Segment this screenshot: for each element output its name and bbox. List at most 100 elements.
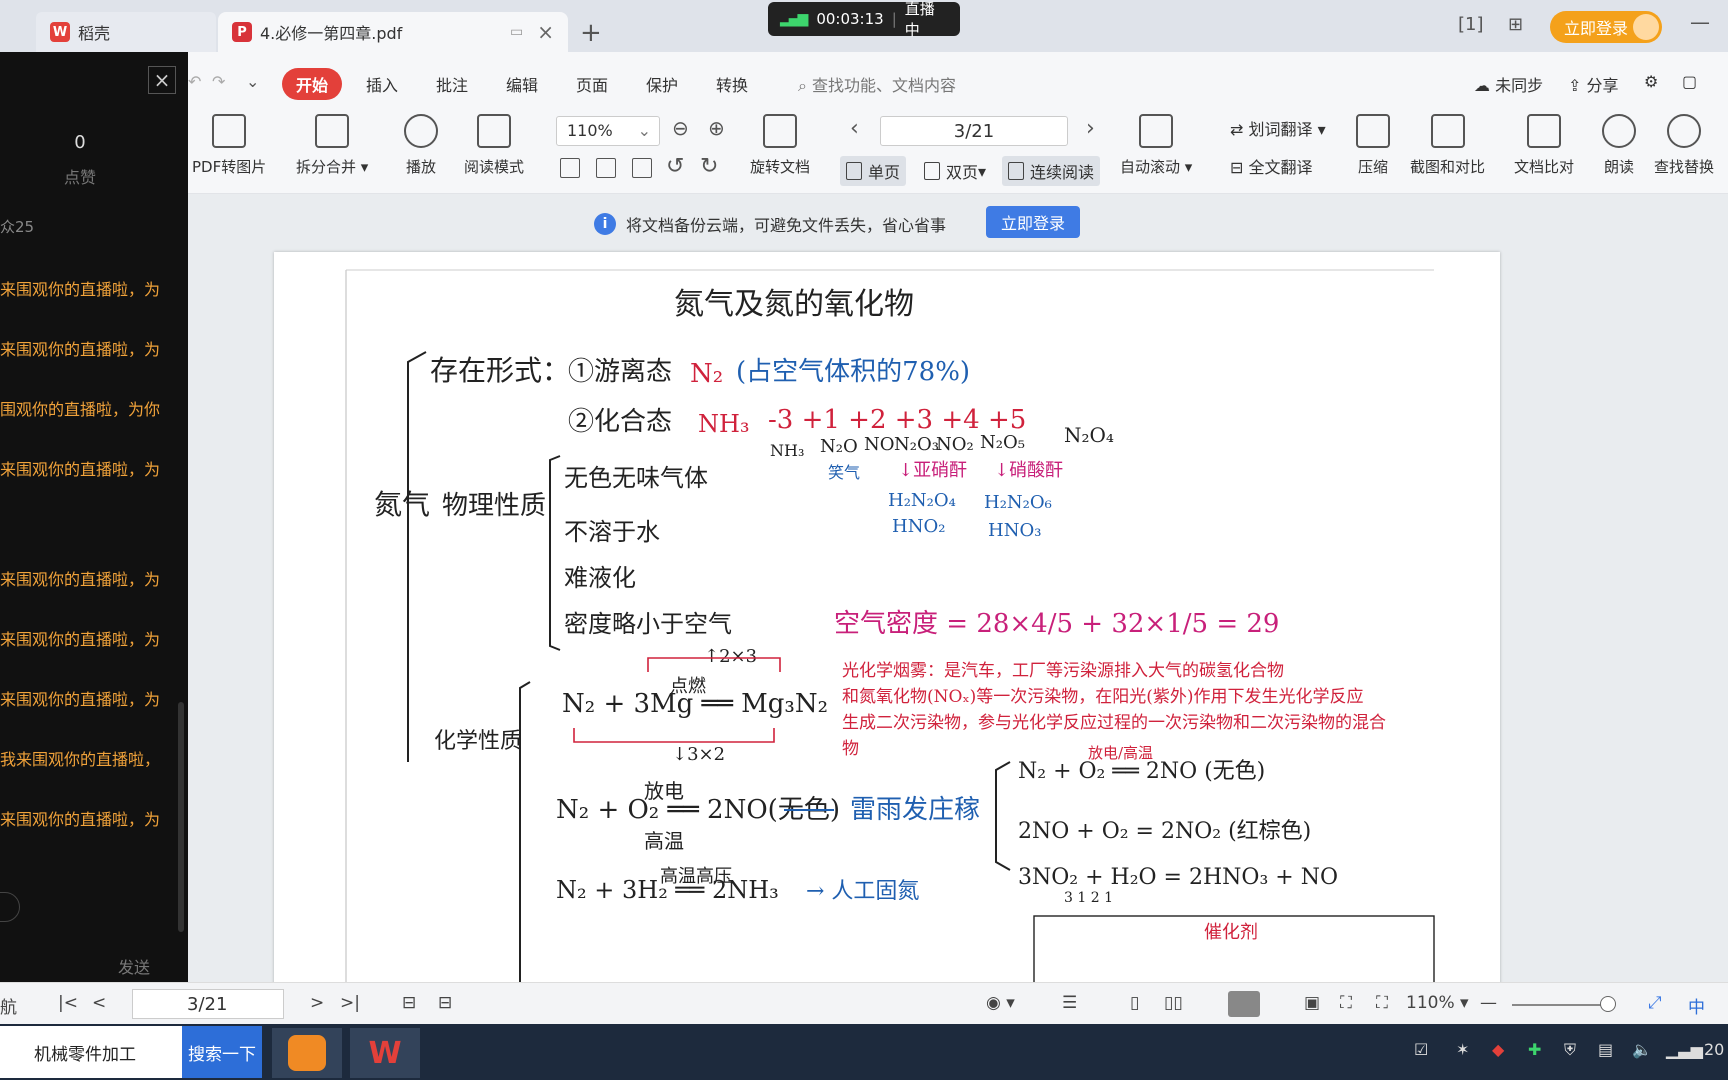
divider: | [891, 10, 897, 28]
page-input[interactable]: 3/21 [880, 116, 1068, 146]
menu-page[interactable]: 页面 [576, 72, 608, 96]
zoom-select[interactable]: 110% ⌄ [556, 116, 660, 146]
close-tab-icon[interactable]: × [537, 20, 554, 44]
chat-scrollbar[interactable] [178, 702, 184, 932]
tab-pdf[interactable]: P 4.必修一第四章.pdf ▭ × [218, 12, 568, 52]
wps-app-icon[interactable]: W [350, 1028, 420, 1078]
continuous-mode-icon[interactable]: ☰ [1062, 993, 1077, 1013]
live-chat-panel: × 0 点赞 众25 来围观你的直播啦，为 来围观你的直播啦，为 围观你的直播啦… [0, 52, 188, 1012]
first-page-icon[interactable]: |< [58, 993, 78, 1013]
fit-page-icon[interactable] [596, 158, 616, 178]
eye-icon[interactable]: ◉ ▾ [986, 993, 1015, 1013]
fullscreen-icon[interactable]: ⤢ [1648, 993, 1662, 1013]
menu-annotate[interactable]: 批注 [436, 72, 468, 96]
function-search[interactable]: ⌕ 查找功能、文档内容 [798, 72, 956, 96]
fit-page-icon[interactable]: ⛶ [1340, 993, 1352, 1013]
volume-icon[interactable]: 🔈 [1632, 1040, 1652, 1059]
ime-indicator[interactable]: 中 [1688, 993, 1705, 1018]
zoom-slider[interactable] [1512, 1004, 1614, 1006]
zoom-in-icon[interactable]: ⊕ [708, 116, 725, 140]
notice-text: i 将文档备份云端，可避免文件丢失，省心省事 [594, 212, 946, 236]
menu-convert[interactable]: 转换 [716, 72, 748, 96]
status-page-input[interactable]: 3/21 [132, 989, 284, 1019]
full-translate-button[interactable]: ⊟ 全文翻译 [1230, 154, 1313, 178]
next-page-icon[interactable]: > [310, 993, 324, 1013]
menu-insert[interactable]: 插入 [366, 72, 398, 96]
tray-app-icon[interactable]: ◆ [1492, 1040, 1504, 1059]
menu-start[interactable]: 开始 [282, 68, 343, 100]
notice-login-button[interactable]: 立即登录 [986, 206, 1080, 238]
tray-bluetooth-icon[interactable]: ✶ [1456, 1040, 1469, 1059]
dropdown-icon[interactable]: ⌄ [246, 72, 259, 91]
grid-apps-icon[interactable]: ⊞ [1508, 14, 1523, 35]
tray-checkbox-icon[interactable]: ☑ [1414, 1040, 1428, 1059]
network-icon[interactable]: ▁▃▅ [1666, 1040, 1703, 1059]
next-page-icon[interactable]: › [1086, 116, 1095, 141]
compress-button[interactable]: 压缩 [1356, 114, 1390, 177]
chat-input[interactable] [0, 892, 20, 922]
rotate-right-icon[interactable]: ↻ [700, 154, 718, 179]
single-page-button[interactable]: 单页 [840, 156, 907, 186]
monitor-icon[interactable]: ▭ [510, 24, 523, 40]
minimize-icon[interactable]: — [1690, 10, 1710, 34]
forward-icon[interactable]: ⊟ [438, 993, 452, 1013]
menu-edit[interactable]: 编辑 [506, 72, 538, 96]
tray-clipboard-icon[interactable]: ▤ [1598, 1040, 1613, 1059]
physical-label: 物理性质 [442, 491, 546, 521]
fit-width-icon[interactable] [632, 158, 652, 178]
read-aloud-button[interactable]: 朗读 [1602, 114, 1636, 177]
undo-icon[interactable]: ↶ [188, 72, 201, 91]
share-button[interactable]: ⇪ 分享 [1568, 72, 1619, 96]
login-button[interactable]: 立即登录 [1550, 11, 1662, 43]
double-page-button[interactable]: 双页 ▾ [918, 156, 992, 186]
tab-daoke[interactable]: W 稻壳 [36, 12, 216, 52]
rotate-left-icon[interactable]: ↺ [666, 154, 684, 179]
continuous-read-button[interactable]: 连续阅读 [1002, 156, 1101, 186]
pdf-page: 氮气及氮的氧化物 氮气 存在形式： ①游离态 N₂ (占空气体积的78%) ②化… [274, 252, 1500, 982]
word-translate-button[interactable]: ⇄ 划词翻译 ▾ [1230, 116, 1326, 140]
taskbar-search-button[interactable]: 搜索一下 [182, 1026, 262, 1078]
single-page-icon[interactable]: ▯ [1130, 993, 1139, 1013]
read-mode-button[interactable]: 阅读模式 [464, 114, 524, 177]
actual-size-icon[interactable] [560, 158, 580, 178]
auto-scroll-button[interactable]: 自动滚动 ▾ [1120, 114, 1192, 177]
new-tab-button[interactable]: + [580, 18, 602, 48]
live-app-icon[interactable] [272, 1028, 342, 1078]
play-button[interactable]: 播放 [404, 114, 438, 177]
tray-plus-icon[interactable]: ✚ [1528, 1040, 1541, 1059]
tray-shield-icon[interactable]: ⛨ [1564, 1040, 1576, 1060]
page-mode-icon[interactable]: [1] [1458, 14, 1484, 35]
fit-width-icon[interactable]: ⛶ [1376, 993, 1388, 1013]
pdf-to-image-button[interactable]: PDF转图片 [192, 114, 266, 177]
redo-icon[interactable]: ↷ [212, 72, 225, 91]
doc-compare-button[interactable]: 文档比对 [1514, 114, 1574, 177]
prev-page-icon[interactable]: < [92, 993, 106, 1013]
actual-size-icon[interactable]: ▣ [1304, 993, 1320, 1013]
zoom-slider-handle[interactable] [1600, 996, 1616, 1012]
wps-logo-icon: W [368, 1035, 402, 1071]
settings-icon[interactable]: ⚙ [1644, 72, 1658, 91]
free-formula: N₂ [690, 359, 723, 389]
comment-icon[interactable]: ▢ [1682, 72, 1697, 91]
screenshot-compare-button[interactable]: 截图和对比 [1410, 114, 1485, 177]
prev-page-icon[interactable]: ‹ [850, 116, 859, 141]
zoom-out-icon[interactable]: — [1480, 993, 1497, 1013]
double-page-icon[interactable]: ▯▯ [1164, 993, 1183, 1013]
last-page-icon[interactable]: >| [340, 993, 360, 1013]
split-merge-button[interactable]: 拆分合并 ▾ [296, 114, 368, 177]
rotate-document-button[interactable]: 旋转文档 [750, 114, 810, 177]
menu-protect[interactable]: 保护 [646, 72, 678, 96]
close-icon[interactable]: × [148, 66, 176, 94]
taskbar-search-input[interactable]: 机械零件加工 [0, 1026, 182, 1078]
back-icon[interactable]: ⊟ [402, 993, 416, 1013]
zoom-out-icon[interactable]: ⊖ [672, 116, 689, 140]
physical-prop-4: 密度略小于空气 [564, 610, 732, 638]
find-replace-button[interactable]: 查找替换 [1654, 114, 1714, 177]
play-icon[interactable] [1228, 991, 1260, 1017]
doc-title: 氮气及氮的氧化物 [674, 287, 914, 322]
sync-status[interactable]: ☁ 未同步 [1474, 72, 1543, 96]
document-canvas[interactable]: 氮气及氮的氧化物 氮气 存在形式： ①游离态 N₂ (占空气体积的78%) ②化… [188, 248, 1728, 982]
nav-label[interactable]: 航 [0, 993, 17, 1018]
status-zoom[interactable]: 110% ▾ [1406, 993, 1469, 1013]
send-button[interactable]: 发送 [118, 954, 150, 978]
